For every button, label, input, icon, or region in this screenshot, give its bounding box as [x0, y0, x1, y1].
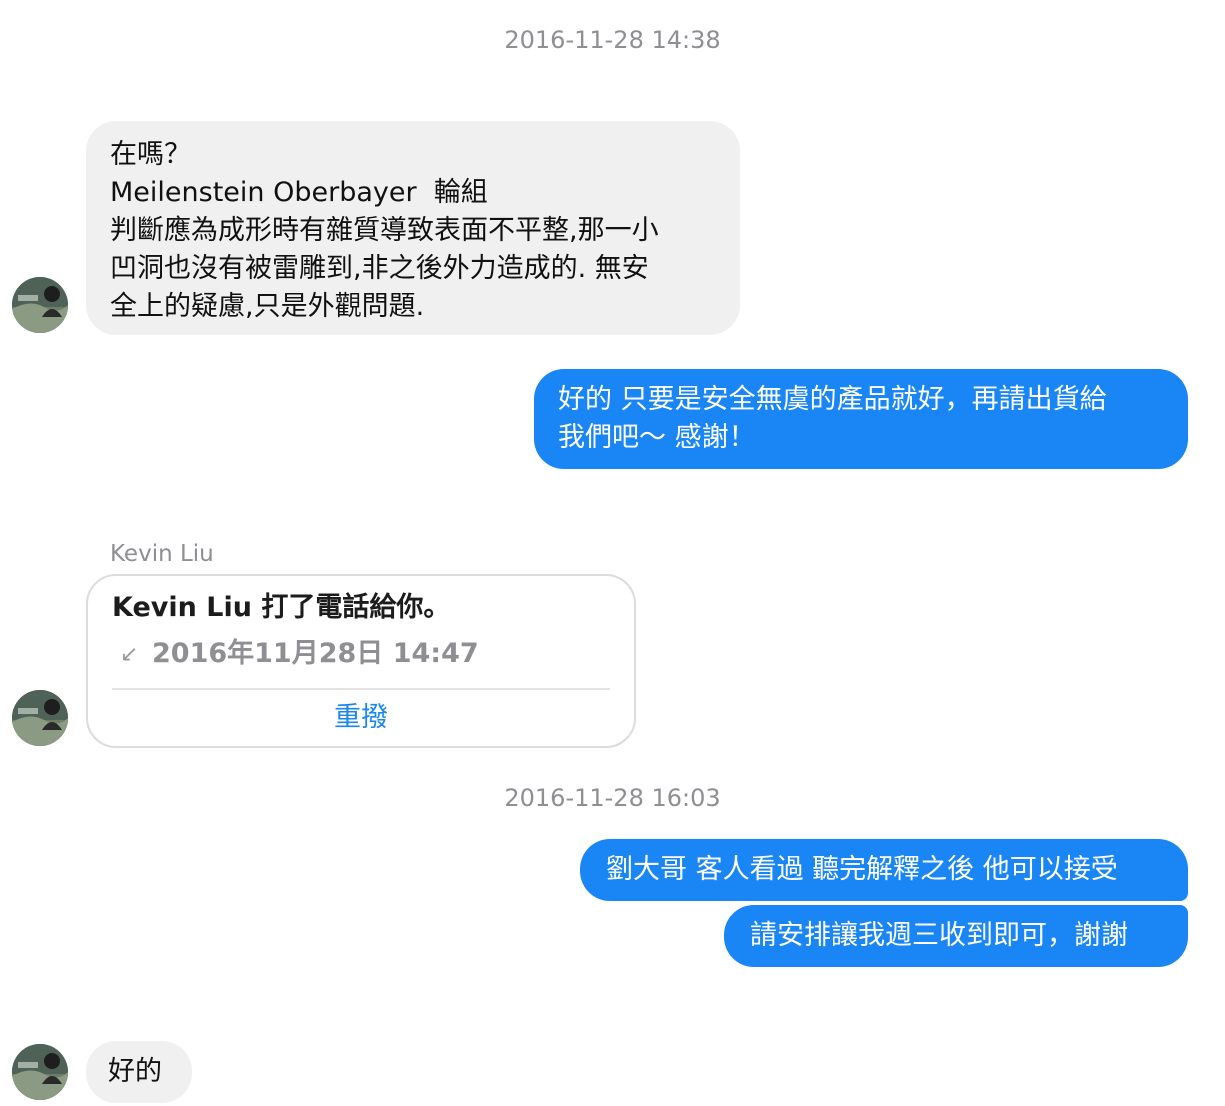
- outgoing-message-bubble[interactable]: 劉大哥 客人看過 聽完解釋之後 他可以接受: [580, 839, 1188, 901]
- incoming-call-arrow-icon: ↙: [120, 642, 139, 667]
- outgoing-message-bubble[interactable]: 請安排讓我週三收到即可，謝謝: [724, 905, 1188, 967]
- avatar-photo-icon: [12, 690, 68, 746]
- call-title: Kevin Liu 打了電話給你。: [112, 592, 451, 623]
- sender-name: Kevin Liu: [110, 541, 214, 567]
- call-divider: [112, 688, 610, 690]
- call-time: 2016年11月28日 14:47: [152, 638, 479, 669]
- outgoing-message-bubble[interactable]: 好的 只要是安全無虞的產品就好，再請出貨給 我們吧～ 感謝！: [534, 369, 1188, 469]
- contact-avatar[interactable]: [12, 277, 68, 333]
- timestamp-divider: 2016-11-28 14:38: [504, 26, 721, 54]
- avatar-photo-icon: [12, 277, 68, 333]
- redial-button[interactable]: 重撥: [88, 700, 634, 736]
- contact-avatar[interactable]: [12, 1044, 68, 1100]
- incoming-message-bubble[interactable]: 在嗎？ Meilenstein Oberbayer 輪組 判斷應為成形時有雜質導…: [86, 121, 740, 335]
- incoming-message-bubble[interactable]: 好的: [86, 1041, 192, 1103]
- contact-avatar[interactable]: [12, 690, 68, 746]
- call-notification-card: Kevin Liu 打了電話給你。 ↙ 2016年11月28日 14:47 重撥: [86, 574, 636, 748]
- avatar-photo-icon: [12, 1044, 68, 1100]
- timestamp-divider: 2016-11-28 16:03: [504, 784, 721, 812]
